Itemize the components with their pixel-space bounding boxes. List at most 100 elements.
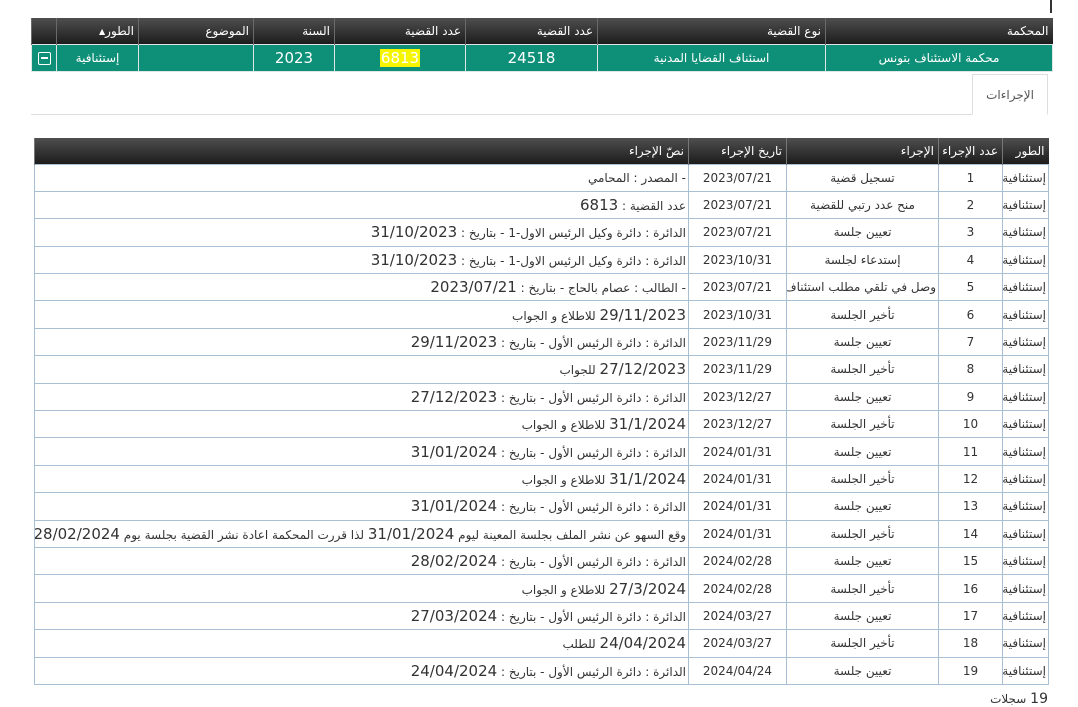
cell-expander[interactable]	[31, 43, 57, 72]
table-row[interactable]: إستئنافية 7 تعيين جلسة 2023/11/29 الدائرة : …	[34, 327, 1049, 357]
table-row[interactable]: إستئنافية 4 إستدعاء لجلسة 2023/10/31 الدائرة…	[34, 245, 1049, 275]
cell-procedure-text: وقع السهو عن نشر الملف بجلسة المعينة ليو…	[34, 519, 689, 548]
table-row[interactable]: إستئنافية 16 تأخير الجلسة 2024/02/28 27/3/20…	[34, 574, 1049, 603]
table-row[interactable]: إستئنافية 5 وصل في تلقي مطلب استئناف 2023/0…	[34, 273, 1049, 302]
cell-procedure-text: 31/1/2024 للاطلاع و الجواب	[34, 464, 689, 494]
table-row[interactable]: إستئنافية 13 تعيين جلسة 2024/01/31 الدائرة :…	[34, 492, 1049, 521]
col-court[interactable]: المحكمة	[825, 18, 1053, 44]
cell-procedure-text: 31/1/2024 للاطلاع و الجواب	[34, 410, 689, 439]
col-case-number[interactable]: عدد القضية	[465, 18, 598, 44]
table-row[interactable]: إستئنافية 12 تأخير الجلسة 2024/01/31 31/1/20…	[34, 464, 1049, 494]
procedure-text-part: 27/12/2023	[599, 360, 686, 379]
cell-procedure: تأخير الجلسة	[786, 464, 939, 494]
record-count-label: سجلات	[990, 692, 1027, 706]
cell-procedure: إستدعاء لجلسة	[786, 245, 939, 275]
collapse-icon[interactable]	[37, 51, 51, 65]
col-procedure-text[interactable]: نصّ الإجراء	[34, 138, 689, 164]
cell-stage: إستئنافية	[1002, 546, 1049, 576]
col-stage-label: الطور	[105, 23, 134, 38]
table-row[interactable]: إستئنافية 17 تعيين جلسة 2024/03/27 الدائرة :…	[34, 601, 1049, 631]
cell-procedure-date: 2023/10/31	[688, 300, 787, 329]
cell-procedure-number: 3	[938, 218, 1003, 247]
table-row[interactable]: إستئنافية 10 تأخير الجلسة 2023/12/27 31/1/20…	[34, 410, 1049, 439]
table-row[interactable]: إستئنافية 19 تعيين جلسة 2024/04/24 الدائرة :…	[34, 656, 1049, 685]
cell-procedure-date: 2023/07/21	[688, 163, 787, 192]
cell-stage: إستئنافية	[1002, 601, 1049, 631]
cell-procedure: وصل في تلقي مطلب استئناف	[786, 273, 939, 302]
cell-stage: إستئنافية	[1002, 300, 1049, 329]
col-procedure[interactable]: الإجراء	[786, 138, 939, 164]
procedure-text-part: 27/12/2023	[410, 387, 498, 406]
procedure-text-part: 6813	[579, 196, 619, 215]
procedure-text-part: 24/04/2024	[599, 634, 686, 653]
cell-stage: إستئنافية	[1002, 382, 1049, 412]
cell-year: 2023	[253, 43, 335, 72]
cell-procedure: تأخير الجلسة	[786, 355, 939, 384]
col-procedure-date[interactable]: تاريخ الإجراء	[688, 138, 787, 164]
cell-case-number: 24518	[465, 43, 598, 72]
cell-stage: إستئنافية	[1002, 410, 1049, 439]
cell-procedure-number: 11	[938, 437, 1003, 466]
cell-stage: إستئنافية	[1002, 519, 1049, 548]
cell-procedure-number: 16	[938, 574, 1003, 603]
cell-procedure-number: 13	[938, 492, 1003, 521]
cell-procedure-text: 27/12/2023 للجواب	[34, 355, 689, 384]
cell-procedure-number: 19	[938, 656, 1003, 685]
col-subject[interactable]: الموضوع	[138, 18, 254, 44]
cell-procedure-number: 6	[938, 300, 1003, 329]
procedures-table: الطور عدد الإجراء الإجراء تاريخ الإجراء …	[34, 138, 1049, 685]
col-case-type[interactable]: نوع القضية	[597, 18, 826, 44]
procedure-text-part: - الطالب : عصام بالحاج - بتاريخ :	[520, 281, 686, 296]
table-row[interactable]: إستئنافية 14 تأخير الجلسة 2024/01/31 وقع الس…	[34, 519, 1049, 548]
procedure-text-part: 28/02/2024	[410, 552, 498, 571]
cell-stage: إستئنافية	[1002, 656, 1049, 685]
table-row[interactable]: إستئنافية 3 تعيين جلسة 2023/07/21 الدائرة : …	[34, 218, 1049, 247]
procedure-text-part: 28/02/2024	[34, 524, 120, 543]
cell-procedure-date: 2024/02/28	[688, 546, 787, 576]
col-case-number-2[interactable]: عدد القضية	[334, 18, 466, 44]
procedure-text-part: الدائرة : دائرة الرئيس الأول - بتاريخ :	[501, 390, 686, 405]
cell-case-number-2: 6813	[334, 43, 466, 72]
col-procedure-number[interactable]: عدد الإجراء	[938, 138, 1003, 164]
cell-procedure-date: 2023/12/27	[688, 382, 787, 412]
cell-stage: إستئنافية	[1002, 273, 1049, 302]
tab-procedures[interactable]: الإجراءات	[972, 74, 1048, 115]
procedure-text-part: 27/03/2024	[410, 606, 498, 625]
cell-stage: إستئنافية	[1002, 492, 1049, 521]
cell-procedure-date: 2024/03/27	[688, 601, 787, 631]
case-row[interactable]: محكمة الاستئناف بتونس استئناف القضايا ال…	[31, 43, 1053, 72]
record-count: 19 سجلات	[978, 691, 1048, 707]
table-row[interactable]: إستئنافية 15 تعيين جلسة 2024/02/28 الدائرة :…	[34, 546, 1049, 576]
cell-procedure: تعيين جلسة	[786, 601, 939, 631]
cell-procedure-date: 2024/01/31	[688, 519, 787, 548]
table-row[interactable]: إستئنافية 9 تعيين جلسة 2023/12/27 الدائرة : …	[34, 382, 1049, 412]
cell-procedure-number: 4	[938, 245, 1003, 275]
cell-procedure: تعيين جلسة	[786, 656, 939, 685]
col-stage[interactable]: الطور▲	[56, 18, 139, 44]
table-row[interactable]: إستئنافية 1 تسجيل قضية 2023/07/21- المصدر :…	[34, 163, 1049, 192]
table-row[interactable]: إستئنافية 8 تأخير الجلسة 2023/11/29 27/12/20…	[34, 355, 1049, 384]
procedure-text-part: 31/1/2024	[609, 469, 686, 488]
col-expander	[31, 18, 57, 44]
table-row[interactable]: إستئنافية 2 منح عدد رتبي للقضية 2023/07/21 ع…	[34, 190, 1049, 220]
cell-procedure-date: 2024/01/31	[688, 437, 787, 466]
procedure-text-part: الدائرة : دائرة وكيل الرئيس الاول-1 - بت…	[461, 226, 686, 241]
cell-procedure-text: الدائرة : دائرة الرئيس الأول - بتاريخ : …	[34, 492, 689, 521]
cell-procedure: تعيين جلسة	[786, 218, 939, 247]
col-year[interactable]: السنة	[253, 18, 335, 44]
table-row[interactable]: إستئنافية 11 تعيين جلسة 2024/01/31 الدائرة :…	[34, 437, 1049, 466]
procedure-text-part: للاطلاع و الجواب	[521, 418, 606, 433]
cell-procedure-text: 24/04/2024 للطلب	[34, 629, 689, 658]
procedure-text-part: للطلب	[562, 637, 596, 652]
cell-procedure: تأخير الجلسة	[786, 300, 939, 329]
table-row[interactable]: إستئنافية 18 تأخير الجلسة 2024/03/27 24/04/2…	[34, 629, 1049, 658]
case-info-table: المحكمة نوع القضية عدد القضية عدد القضية…	[31, 18, 1053, 72]
col-stage[interactable]: الطور	[1002, 138, 1049, 164]
cell-procedure: تعيين جلسة	[786, 327, 939, 357]
cell-procedure-number: 9	[938, 382, 1003, 412]
procedure-text-part: الدائرة : دائرة الرئيس الأول - بتاريخ :	[501, 500, 686, 515]
procedure-text-part: وقع السهو عن نشر الملف بجلسة المعينة ليو…	[458, 527, 686, 542]
table-row[interactable]: إستئنافية 6 تأخير الجلسة 2023/10/31 29/11/20…	[34, 300, 1049, 329]
cell-procedure-text: - الطالب : عصام بالحاج - بتاريخ : 2023/0…	[34, 273, 689, 302]
cell-procedure-date: 2023/07/21	[688, 218, 787, 247]
